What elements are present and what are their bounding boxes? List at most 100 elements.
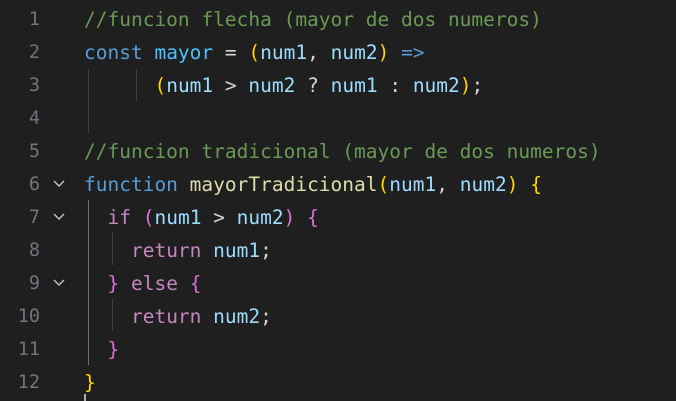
code-token: mayorTradicional (189, 173, 378, 196)
code-token: => (401, 41, 425, 64)
code-token: num1 (330, 74, 378, 97)
code-line[interactable]: 3 (num1 > num2 ? num1 : num2); (0, 69, 676, 102)
code-text: (num1 > num2 ? num1 : num2); (84, 69, 483, 102)
code-text: } (84, 333, 119, 366)
code-token: , (307, 41, 331, 64)
code-token: ) (377, 41, 390, 64)
code-token: num1 (260, 41, 308, 64)
code-token: } (84, 371, 96, 394)
code-line[interactable]: 4 (0, 102, 676, 135)
code-token: num2 (213, 305, 261, 328)
code-line[interactable]: 2 const mayor = (num1, num2) => (0, 36, 676, 69)
line-number: 8 (28, 240, 40, 261)
line-number: 11 (17, 339, 40, 360)
line-number: 12 (17, 372, 40, 393)
code-token: num2 (236, 206, 284, 229)
code-token: num1 (213, 239, 261, 262)
code-token: num1 (166, 74, 214, 97)
code-line[interactable]: 5 //funcion tradicional (mayor de dos num… (0, 135, 676, 168)
code-token: const (84, 41, 143, 64)
code-token: num1 (154, 206, 202, 229)
code-text: function mayorTradicional(num1, num2) { (84, 168, 542, 201)
code-token: ; (471, 74, 484, 97)
code-text: if (num1 > num2) { (84, 201, 319, 234)
chevron-down-icon[interactable] (53, 213, 65, 221)
line-number: 2 (28, 42, 40, 63)
code-token: { (530, 173, 542, 196)
code-token: ; (260, 305, 272, 328)
code-token: > (201, 206, 237, 229)
code-token: ( (154, 74, 167, 97)
code-line[interactable]: 6 function mayorTradicional(num1, num2) { (0, 168, 676, 201)
code-text: const mayor = (num1, num2) => (84, 36, 425, 69)
code-line[interactable]: 7 if (num1 > num2) { (0, 201, 676, 234)
line-number: 9 (28, 273, 40, 294)
code-token: ) (506, 173, 519, 196)
code-token: ) (459, 74, 472, 97)
code-text: //funcion flecha (mayor de dos numeros) (84, 3, 542, 36)
code-token: } (107, 272, 120, 295)
code-text: } else { (84, 267, 201, 300)
line-number: 5 (28, 141, 40, 162)
code-token: //funcion flecha (mayor de dos numeros) (84, 8, 542, 31)
code-token: ; (260, 239, 272, 262)
code-token: //funcion tradicional (mayor de dos nume… (84, 140, 601, 163)
code-token: = (213, 41, 249, 64)
text-cursor (84, 394, 86, 401)
code-token: : (377, 74, 413, 97)
code-editor[interactable]: 1 //funcion flecha (mayor de dos numeros)… (0, 0, 676, 401)
line-number: 6 (28, 174, 40, 195)
code-line[interactable]: 12} (0, 366, 676, 399)
code-token: ( (248, 41, 261, 64)
code-token: num1 (389, 173, 437, 196)
code-token: ( (142, 206, 155, 229)
code-text: return num2; (84, 300, 272, 333)
code-token: num2 (412, 74, 460, 97)
code-token: num2 (330, 41, 378, 64)
code-text: //funcion tradicional (mayor de dos nume… (84, 135, 601, 168)
code-line[interactable]: 1 //funcion flecha (mayor de dos numeros) (0, 3, 676, 36)
code-token: { (189, 272, 202, 295)
code-line[interactable]: 9 } else { (0, 267, 676, 300)
line-number: 1 (28, 9, 40, 30)
code-token: ) (283, 206, 296, 229)
code-token: { (307, 206, 319, 229)
code-token: ( (377, 173, 390, 196)
code-token: } (107, 338, 120, 361)
code-token: > (213, 74, 249, 97)
code-line[interactable]: 8 return num1; (0, 234, 676, 267)
code-token: num2 (459, 173, 507, 196)
code-token: function (84, 173, 178, 196)
code-line[interactable]: 11 } (0, 333, 676, 366)
line-number: 10 (17, 306, 40, 327)
chevron-down-icon[interactable] (53, 180, 65, 188)
code-token: return (130, 239, 202, 262)
code-token: ? (295, 74, 331, 97)
code-line[interactable]: 10 return num2; (0, 300, 676, 333)
code-token: return (130, 305, 202, 328)
chevron-down-icon[interactable] (53, 279, 65, 287)
line-number: 4 (28, 108, 40, 129)
code-token: else (130, 272, 178, 295)
code-token: num2 (248, 74, 296, 97)
line-number: 3 (28, 75, 40, 96)
code-token: mayor (154, 41, 214, 64)
line-number: 7 (28, 207, 40, 228)
code-text: return num1; (84, 234, 272, 267)
